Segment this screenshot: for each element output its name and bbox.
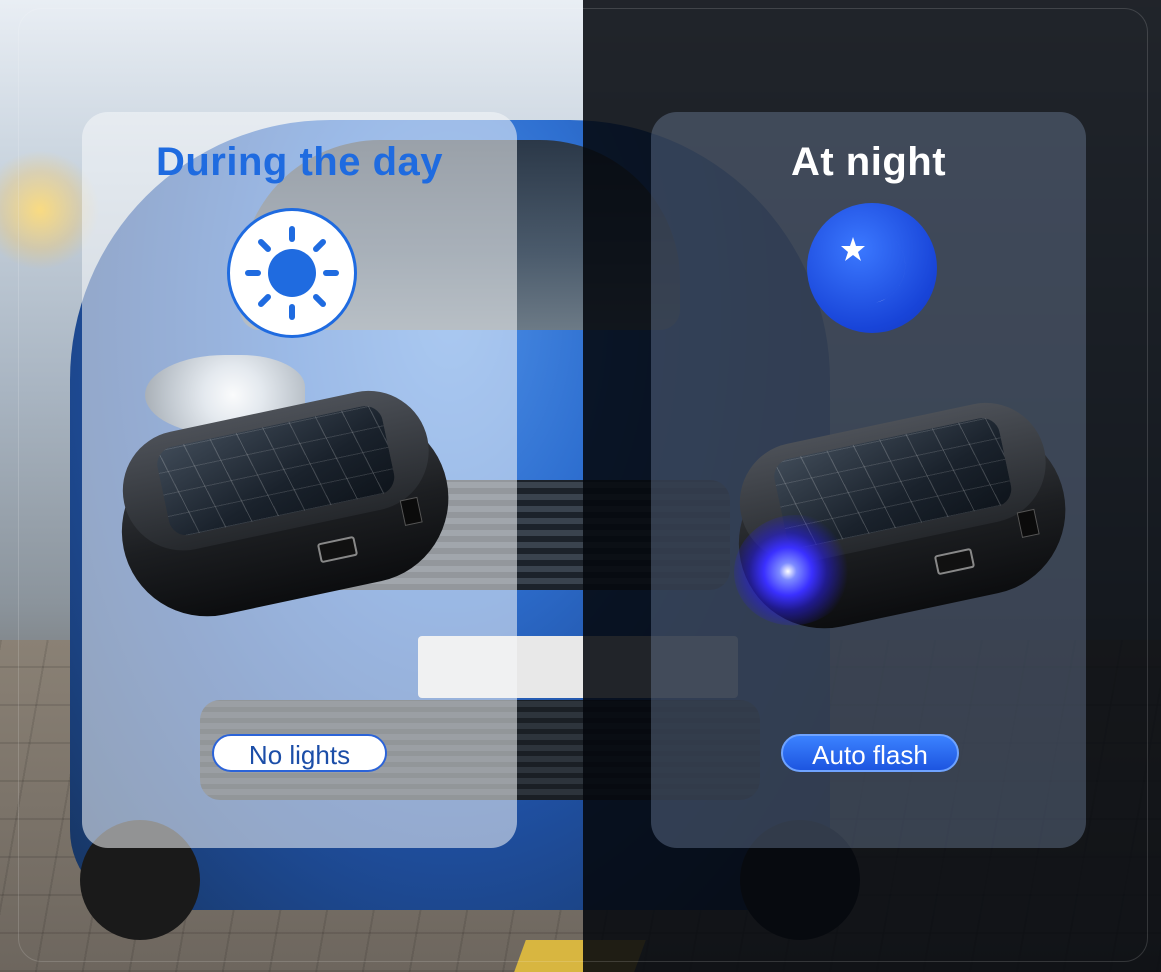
day-panel-title: During the day: [155, 140, 444, 184]
day-panel: During the day No lights: [82, 112, 517, 848]
night-panel: At night Auto flash: [651, 112, 1086, 848]
solar-light-device-glowing: [717, 380, 1082, 645]
night-panel-title: At night: [790, 140, 947, 184]
solar-light-device: [100, 368, 465, 633]
sun-icon: [227, 208, 357, 338]
status-badge-night: Auto flash: [781, 734, 959, 772]
moon-star-icon: [807, 203, 937, 333]
status-badge-day: No lights: [212, 734, 387, 772]
